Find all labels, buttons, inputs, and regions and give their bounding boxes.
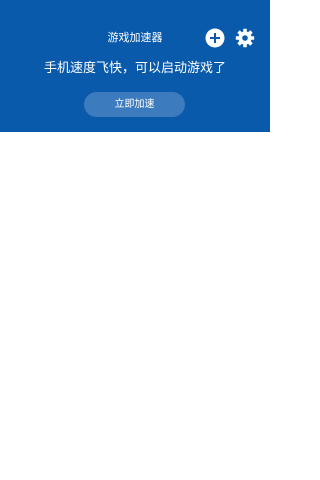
status-headline: 手机速度飞快，可以启动游戏了 [43, 61, 226, 76]
header-panel: 游戏加速器 手机速度飞快，可以启动游戏了 立即加速 [0, 0, 270, 132]
add-button[interactable] [204, 27, 226, 49]
app-screen: 游戏加速器 手机速度飞快，可以启动游戏了 立即加速 [0, 0, 270, 480]
settings-button[interactable] [234, 27, 256, 49]
gear-icon [235, 28, 255, 48]
content-area [0, 132, 270, 480]
accelerate-now-button[interactable]: 立即加速 [84, 92, 185, 117]
plus-circle-icon [205, 28, 225, 48]
page-title: 游戏加速器 [107, 31, 163, 44]
